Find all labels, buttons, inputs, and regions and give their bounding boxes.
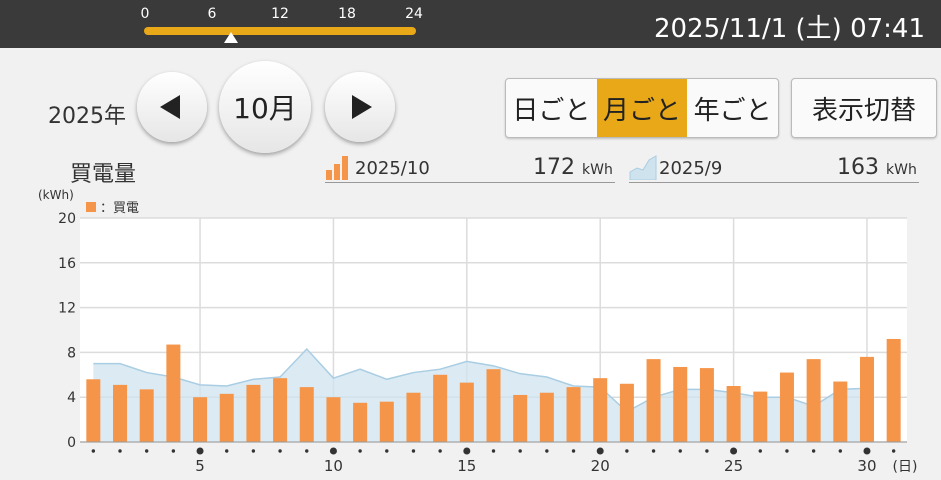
day-marker (705, 449, 709, 453)
day-marker (491, 449, 496, 453)
day-marker (651, 449, 656, 453)
y-tick-label: 20 (58, 211, 76, 227)
day-marker (144, 449, 149, 453)
day-marker (225, 449, 229, 453)
data-bar (433, 374, 448, 442)
data-bar (166, 344, 181, 442)
day-marker (411, 449, 416, 453)
data-bar (353, 402, 368, 442)
x-tick-label: 10 (324, 457, 343, 475)
day-marker (196, 447, 204, 455)
data-bar (859, 356, 874, 442)
day-marker (463, 447, 471, 455)
data-bar (779, 372, 794, 442)
data-bar (619, 383, 634, 442)
day-marker (518, 449, 522, 453)
day-marker (251, 449, 256, 453)
data-bar (219, 393, 234, 442)
data-bar (886, 338, 901, 442)
data-bar (646, 359, 661, 442)
data-bar (699, 368, 714, 442)
data-bar (246, 384, 261, 442)
data-bar (673, 366, 688, 442)
day-marker (118, 449, 122, 453)
data-bar (273, 378, 288, 442)
data-bar (379, 401, 394, 442)
day-marker (329, 447, 337, 455)
data-bar (486, 369, 501, 442)
day-marker (811, 449, 816, 453)
x-tick-label: 5 (195, 457, 205, 475)
day-marker (730, 447, 738, 455)
data-bar (806, 359, 821, 442)
data-bar (593, 378, 608, 442)
data-bar (513, 394, 528, 442)
data-bar (833, 381, 848, 442)
y-tick-label: 8 (67, 345, 76, 361)
data-bar (406, 392, 421, 442)
day-marker (891, 449, 896, 453)
data-bar (726, 386, 741, 442)
data-bar (193, 397, 208, 442)
day-marker (838, 449, 843, 453)
day-marker (596, 447, 604, 455)
y-tick-label: 16 (58, 256, 76, 272)
day-marker (171, 449, 176, 453)
x-tick-label: 20 (591, 457, 610, 475)
data-bar (326, 397, 341, 442)
day-marker (571, 449, 576, 453)
day-marker (545, 449, 549, 453)
x-tick-label: 25 (724, 457, 743, 475)
day-marker (678, 449, 682, 453)
purchased-power-chart: 0 4 8 12 16 20 5 10 15 20 25 30 (日) (58, 211, 918, 475)
data-bar (753, 391, 768, 442)
day-marker (758, 449, 762, 453)
y-tick-label: 0 (67, 435, 76, 451)
day-marker (785, 449, 789, 453)
day-marker (91, 449, 96, 453)
day-marker (438, 449, 442, 453)
day-marker (385, 449, 389, 453)
data-bar (86, 379, 101, 442)
day-marker (278, 449, 282, 453)
day-marker (863, 447, 871, 455)
x-tick-label: 30 (857, 457, 876, 475)
data-bar (459, 382, 474, 442)
x-axis-unit: (日) (893, 459, 918, 475)
x-tick-label: 15 (457, 457, 476, 475)
data-bar (566, 387, 581, 442)
data-bar (139, 389, 154, 442)
data-bar (113, 384, 128, 442)
day-marker (625, 449, 629, 453)
y-tick-label: 12 (58, 301, 76, 317)
day-marker (305, 449, 309, 453)
data-bar (299, 387, 314, 442)
day-marker (358, 449, 362, 453)
data-bar (539, 392, 554, 442)
y-tick-label: 4 (67, 390, 76, 406)
